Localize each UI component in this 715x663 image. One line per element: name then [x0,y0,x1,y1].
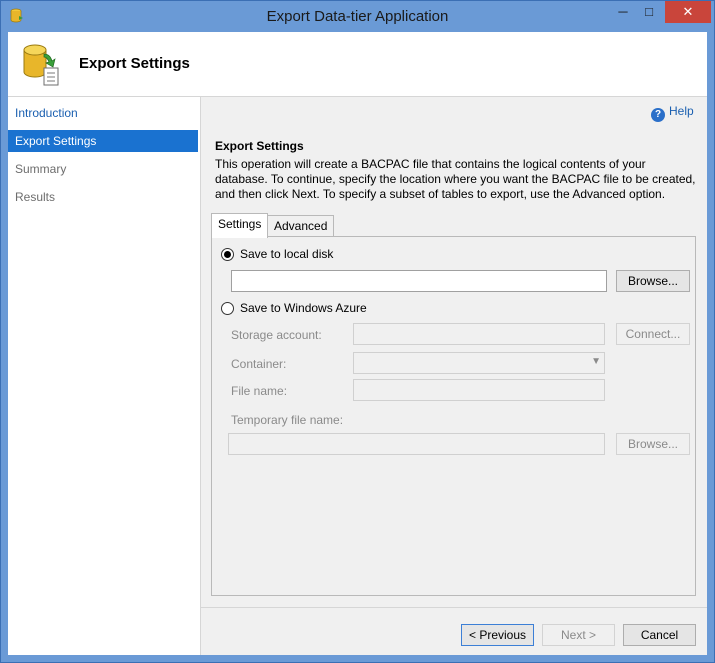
page-title: Export Settings [79,55,190,72]
dialog-window: Export Data-tier Application ─ □ ✕ Expor… [0,0,715,663]
nav-item-introduction[interactable]: Introduction [8,102,198,124]
file-name-label: File name: [231,384,288,398]
browse-azure-button[interactable]: Browse... [616,433,690,455]
storage-account-input[interactable] [353,323,605,345]
dialog-client-area: Export Settings Introduction Export Sett… [8,32,707,655]
help-icon: ? [651,108,665,122]
database-export-icon [23,44,59,86]
help-link[interactable]: ? Help [651,104,694,122]
save-local-label: Save to local disk [240,247,334,261]
settings-tab-panel: Save to local disk Browse... Save to Win… [211,236,696,596]
nav-item-export-settings[interactable]: Export Settings [8,130,198,152]
nav-item-summary: Summary [15,162,67,176]
file-name-input[interactable] [353,379,605,401]
section-description: This operation will create a BACPAC file… [215,157,696,201]
title-bar: Export Data-tier Application ─ □ ✕ [1,1,714,32]
chevron-down-icon: ▼ [591,356,601,367]
save-azure-label: Save to Windows Azure [240,301,367,315]
save-local-radio[interactable] [221,248,234,261]
wizard-steps-nav: Introduction Export Settings Summary Res… [8,97,201,655]
tab-advanced[interactable]: Advanced [267,215,335,237]
nav-item-results: Results [15,190,56,204]
window-title: Export Data-tier Application [266,8,449,25]
temp-file-name-label: Temporary file name: [231,413,344,427]
close-button[interactable]: ✕ [665,1,711,23]
container-label: Container: [231,357,287,371]
temp-file-name-input[interactable] [228,433,605,455]
tab-settings[interactable]: Settings [211,213,269,238]
storage-account-label: Storage account: [231,328,322,342]
footer-divider [201,607,707,608]
section-title: Export Settings [215,139,304,153]
connect-button[interactable]: Connect... [616,323,690,345]
browse-local-button[interactable]: Browse... [616,270,690,292]
minimize-button[interactable]: ─ [610,1,636,23]
page-header: Export Settings [8,32,707,97]
help-label: Help [669,104,694,118]
save-azure-radio[interactable] [221,302,234,315]
previous-button[interactable]: < Previous [461,624,534,646]
cancel-button[interactable]: Cancel [623,624,696,646]
maximize-button[interactable]: □ [636,1,662,23]
next-button[interactable]: Next > [542,624,615,646]
local-path-input[interactable] [231,270,607,292]
container-select[interactable]: ▼ [353,352,605,374]
